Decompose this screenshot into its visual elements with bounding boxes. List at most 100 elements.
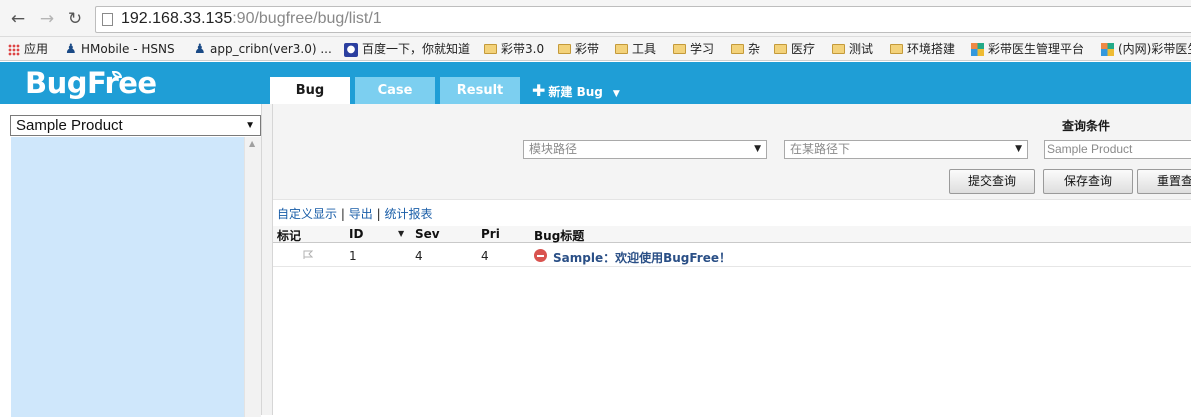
- column-sev[interactable]: Sev: [415, 227, 440, 241]
- folder-icon: [731, 43, 744, 54]
- url-path: :90/bugfree/bug/list/1: [232, 10, 382, 27]
- app-header: BugFree Bug Case Result ✚ 新建 Bug ▼: [0, 62, 1191, 104]
- bookmark-label: 百度一下，你就知道: [362, 42, 471, 56]
- action-links: 自定义显示 | 导出 | 统计报表: [277, 205, 432, 222]
- bug-title-link[interactable]: Sample：欢迎使用BugFree！: [553, 249, 731, 266]
- scroll-up-icon[interactable]: ▲: [249, 139, 255, 148]
- bookmark-caidai-platform[interactable]: 彩带医生管理平台: [971, 40, 1084, 58]
- folder-icon: [484, 43, 497, 54]
- chevron-down-icon: ▼: [245, 120, 255, 131]
- tab-case[interactable]: Case: [355, 77, 435, 104]
- bookmark-hmobile[interactable]: ♟ HMobile - HSNS: [65, 40, 175, 58]
- query-title: 查询条件: [1062, 119, 1111, 133]
- paw-icon: ●: [344, 42, 358, 57]
- bookmark-label: 彩带医生管理平台: [988, 42, 1085, 56]
- folder-icon: [558, 43, 571, 54]
- left-panel: Sample Product ▼ ▲: [10, 115, 261, 417]
- person-icon: ♟: [194, 42, 206, 57]
- link-separator: |: [376, 207, 381, 221]
- bookmark-label: 环境搭建: [907, 42, 956, 56]
- forward-arrow-icon[interactable]: →: [37, 9, 57, 29]
- bookmark-folder-test[interactable]: 测试: [832, 40, 873, 58]
- folder-icon: [774, 43, 787, 54]
- save-query-button[interactable]: 保存查询: [1043, 169, 1133, 194]
- new-bug-button[interactable]: ✚ 新建 Bug ▼: [532, 81, 620, 101]
- bookmark-label: 彩带: [575, 42, 600, 56]
- plus-icon: ✚: [532, 81, 546, 100]
- panel-splitter[interactable]: [261, 104, 273, 415]
- folder-icon: [615, 43, 628, 54]
- column-id[interactable]: ID: [349, 227, 363, 241]
- bookmark-label: 医疗: [791, 42, 816, 56]
- query-operator-value: 在某路径下: [790, 142, 851, 156]
- bookmark-label: app_cribn(ver3.0) ...: [210, 42, 332, 56]
- sort-desc-icon[interactable]: ▼: [398, 229, 404, 238]
- query-operator-select[interactable]: 在某路径下 ▼: [784, 140, 1028, 159]
- chevron-down-icon: ▼: [1015, 144, 1022, 154]
- grid-icon: [971, 43, 984, 56]
- bookmark-folder-misc[interactable]: 杂: [731, 40, 760, 58]
- bookmark-baidu[interactable]: ● 百度一下，你就知道: [344, 40, 470, 58]
- bookmark-label: (内网)彩带医生: [1118, 42, 1191, 56]
- bookmark-label: 工具: [632, 42, 657, 56]
- query-value-input[interactable]: Sample Product: [1044, 140, 1191, 159]
- folder-icon: [673, 43, 686, 54]
- url-host: 192.168.33.135: [121, 10, 233, 27]
- bookmark-label: 测试: [849, 42, 874, 56]
- main-panel: 查询条件 模块路径 ▼ 在某路径下 ▼ Sample Product 提交查询 保存…: [273, 104, 1191, 415]
- column-pri[interactable]: Pri: [481, 227, 500, 241]
- bookmark-caidai-intranet[interactable]: (内网)彩带医生: [1101, 40, 1191, 58]
- report-link[interactable]: 统计报表: [384, 207, 432, 221]
- product-select[interactable]: Sample Product ▼: [10, 115, 261, 136]
- link-separator: |: [340, 207, 345, 221]
- bookmark-folder-medical[interactable]: 医疗: [774, 40, 815, 58]
- logo-text: BugFree: [25, 66, 157, 100]
- address-bar[interactable]: 192.168.33.135:90/bugfree/bug/list/1: [95, 6, 1191, 33]
- query-field-select[interactable]: 模块路径 ▼: [523, 140, 767, 159]
- back-arrow-icon[interactable]: ←: [8, 9, 28, 29]
- product-select-value: Sample Product: [16, 117, 123, 134]
- bug-sev: 4: [415, 249, 423, 263]
- column-title[interactable]: Bug标题: [534, 227, 584, 244]
- reset-query-button[interactable]: 重置查询: [1137, 169, 1191, 194]
- grid-icon: [1101, 43, 1114, 56]
- bookmark-folder-caidai3[interactable]: 彩带3.0: [484, 40, 544, 58]
- flag-icon[interactable]: [303, 250, 313, 259]
- query-panel: 查询条件 模块路径 ▼ 在某路径下 ▼ Sample Product 提交查询 保存…: [273, 104, 1191, 200]
- folder-icon: [832, 43, 845, 54]
- bookmarks-bar: 应用 ♟ HMobile - HSNS ♟ app_cribn(ver3.0) ..…: [0, 37, 1191, 61]
- bookmark-label: HMobile - HSNS: [81, 42, 175, 56]
- bug-id: 1: [349, 249, 357, 263]
- bookmark-folder-tools[interactable]: 工具: [615, 40, 656, 58]
- query-field-value: 模块路径: [529, 142, 578, 156]
- browser-toolbar: ← → ↻ 192.168.33.135:90/bugfree/bug/list…: [0, 0, 1191, 37]
- bookmark-folder-env[interactable]: 环境搭建: [890, 40, 955, 58]
- bookmark-app-cribn[interactable]: ♟ app_cribn(ver3.0) ...: [194, 40, 332, 58]
- bookmark-label: 杂: [748, 42, 761, 56]
- module-tree[interactable]: [11, 137, 244, 417]
- table-row[interactable]: 1 4 4 Sample：欢迎使用BugFree！: [273, 244, 1191, 267]
- custom-display-link[interactable]: 自定义显示: [277, 207, 337, 221]
- tree-scrollbar[interactable]: ▲: [244, 137, 261, 417]
- chevron-down-icon: ▼: [754, 144, 761, 154]
- status-active-icon: [534, 249, 547, 262]
- bookmark-label: 学习: [690, 42, 715, 56]
- submit-query-button[interactable]: 提交查询: [949, 169, 1035, 194]
- bookmark-apps[interactable]: 应用: [8, 40, 48, 58]
- chevron-down-icon[interactable]: ▼: [613, 89, 620, 99]
- export-link[interactable]: 导出: [349, 207, 373, 221]
- bookmark-folder-study[interactable]: 学习: [673, 40, 714, 58]
- tab-bug[interactable]: Bug: [270, 77, 350, 104]
- person-icon: ♟: [65, 42, 77, 57]
- bugfree-logo[interactable]: BugFree: [25, 66, 157, 100]
- column-mark[interactable]: 标记: [277, 227, 301, 244]
- apps-icon: [8, 43, 20, 56]
- new-bug-label: 新建 Bug: [548, 85, 603, 99]
- folder-icon: [890, 43, 903, 54]
- reload-icon[interactable]: ↻: [65, 9, 85, 29]
- bug-grid-header: 标记 ID ▼ Sev Pri Bug标题: [273, 226, 1191, 243]
- bookmark-folder-caidai[interactable]: 彩带: [558, 40, 599, 58]
- tab-result[interactable]: Result: [440, 77, 520, 104]
- url-text[interactable]: 192.168.33.135:90/bugfree/bug/list/1: [121, 10, 382, 28]
- bookmark-label: 彩带3.0: [501, 42, 545, 56]
